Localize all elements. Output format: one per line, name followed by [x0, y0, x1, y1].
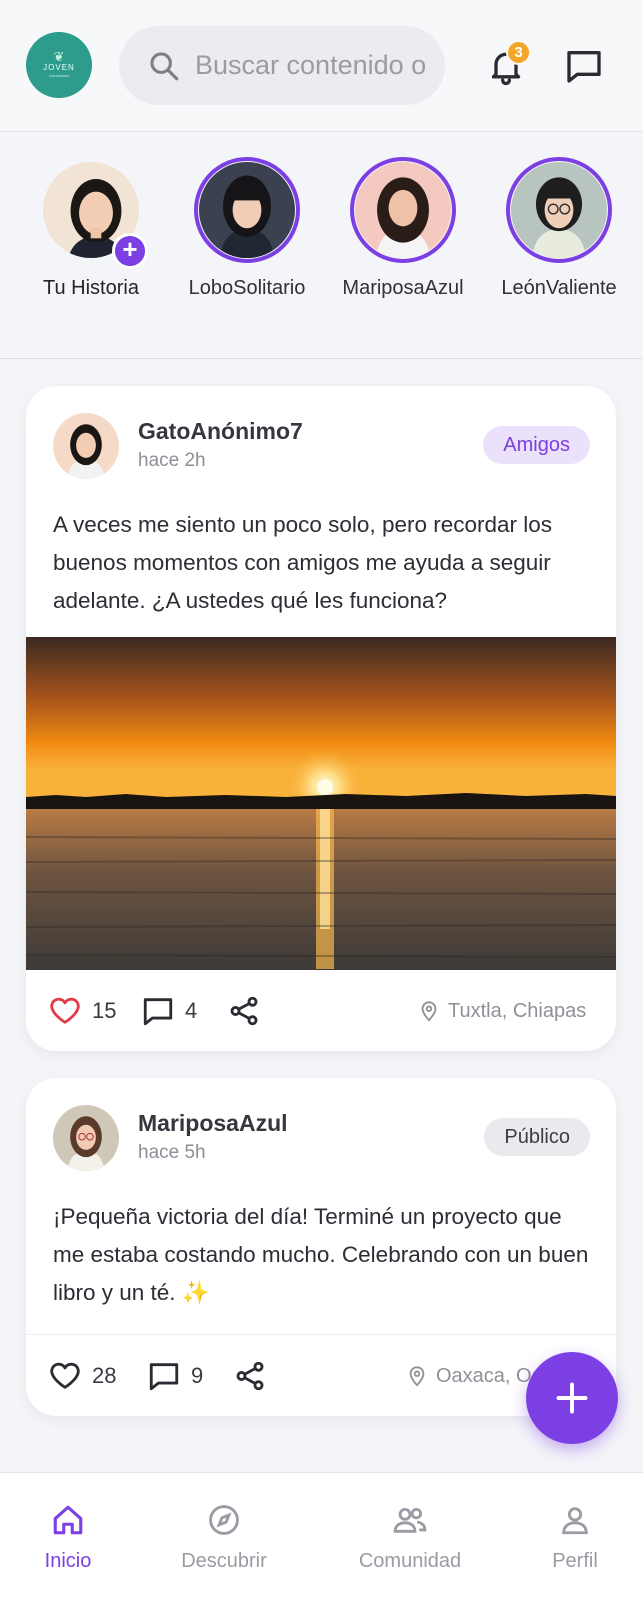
- notification-badge: 3: [506, 40, 531, 65]
- post-location: Tuxtla, Chiapas: [418, 1000, 586, 1023]
- story-ring: [350, 157, 456, 263]
- location-pin-icon: [421, 1001, 437, 1022]
- comment-icon: [149, 1363, 179, 1391]
- avatar: [199, 162, 295, 258]
- avatar: [355, 162, 451, 258]
- logo-brand: JOVEN: [43, 63, 75, 72]
- post-card: MariposaAzul hace 5h Público ¡Pequeña vi…: [26, 1078, 616, 1416]
- story-item-self[interactable]: + Tu Historia: [16, 157, 166, 300]
- story-item-mariposaazul[interactable]: MariposaAzul: [328, 157, 478, 300]
- share-button[interactable]: [227, 994, 261, 1028]
- story-item-lobosolitario[interactable]: LoboSolitario: [172, 157, 322, 300]
- location-text: Tuxtla, Chiapas: [448, 999, 587, 1022]
- post-actions: 15 4 Tuxtla, Chiapas: [26, 971, 616, 1051]
- nav-label: Comunidad: [358, 1550, 462, 1572]
- search-icon: [150, 51, 179, 80]
- nav-item-perfil[interactable]: Perfil: [505, 1503, 643, 1573]
- nav-item-comunidad[interactable]: Comunidad: [340, 1503, 480, 1573]
- comment-icon: [143, 998, 173, 1026]
- search-bar[interactable]: [119, 26, 445, 105]
- top-bar: ❦ JOVEN comunidad 3: [0, 0, 643, 132]
- story-ring: +: [38, 157, 148, 269]
- story-name: MariposaAzul: [342, 277, 464, 299]
- audience-badge: Público: [484, 1118, 590, 1156]
- story-item-leonvaliente[interactable]: LeónValiente: [484, 157, 634, 300]
- nav-label: Descubrir: [181, 1550, 267, 1572]
- location-pin-icon: [409, 1366, 425, 1387]
- nav-item-inicio[interactable]: Inicio: [0, 1503, 138, 1573]
- share-icon: [236, 1361, 264, 1391]
- post-card: GatoAnónimo7 hace 2h Amigos A veces me s…: [26, 386, 616, 1051]
- post-time: hace 2h: [138, 450, 206, 471]
- divider: [26, 1334, 616, 1335]
- create-post-button[interactable]: [526, 1352, 618, 1444]
- post-time: hace 5h: [138, 1142, 206, 1163]
- app-root: ❦ JOVEN comunidad 3 + Tu Historia: [0, 0, 643, 1600]
- like-count: 15: [92, 998, 117, 1023]
- home-icon: [53, 1505, 83, 1535]
- add-story-button[interactable]: +: [112, 233, 148, 269]
- stories-row: + Tu Historia LoboSolitario MariposaAzul: [0, 133, 643, 359]
- audience-badge: Amigos: [483, 426, 590, 464]
- story-ring: [194, 157, 300, 263]
- comment-button[interactable]: 9: [147, 1359, 203, 1393]
- heart-icon: [50, 1362, 80, 1389]
- logo-tagline: comunidad: [49, 73, 69, 78]
- like-count: 28: [92, 1363, 117, 1388]
- story-name: LoboSolitario: [188, 277, 306, 299]
- story-name: LeónValiente: [501, 277, 617, 299]
- share-button[interactable]: [233, 1359, 267, 1393]
- app-logo[interactable]: ❦ JOVEN comunidad: [26, 32, 92, 98]
- story-name: Tu Historia: [43, 277, 139, 299]
- search-input[interactable]: [195, 50, 435, 81]
- post-text: A veces me siento un poco solo, pero rec…: [53, 512, 553, 613]
- messages-icon[interactable]: [564, 46, 604, 86]
- post-text: ¡Pequeña victoria del día! Terminé un pr…: [53, 1204, 589, 1305]
- story-ring: [506, 157, 612, 263]
- bottom-nav: Inicio Descubrir Comunidad Perfil: [0, 1472, 643, 1600]
- person-icon: [562, 1507, 588, 1535]
- avatar[interactable]: [53, 1105, 119, 1171]
- like-button[interactable]: 15: [48, 994, 116, 1028]
- post-username[interactable]: GatoAnónimo7: [138, 418, 303, 445]
- post-image[interactable]: [26, 637, 616, 970]
- share-icon: [230, 996, 258, 1026]
- avatar: [511, 162, 607, 258]
- nav-item-descubrir[interactable]: Descubrir: [154, 1503, 294, 1573]
- compass-icon: [209, 1505, 239, 1535]
- heart-icon: [50, 997, 80, 1024]
- nav-label: Inicio: [44, 1550, 92, 1572]
- nav-label: Perfil: [552, 1550, 598, 1572]
- comment-count: 4: [185, 998, 198, 1023]
- avatar[interactable]: [53, 413, 119, 479]
- plus-icon: [556, 1382, 588, 1414]
- like-button[interactable]: 28: [48, 1359, 116, 1393]
- leaf-icon: ❦: [53, 49, 65, 64]
- comment-count: 9: [191, 1363, 204, 1388]
- people-icon: [393, 1507, 427, 1533]
- post-username[interactable]: MariposaAzul: [138, 1110, 288, 1137]
- comment-button[interactable]: 4: [141, 994, 197, 1028]
